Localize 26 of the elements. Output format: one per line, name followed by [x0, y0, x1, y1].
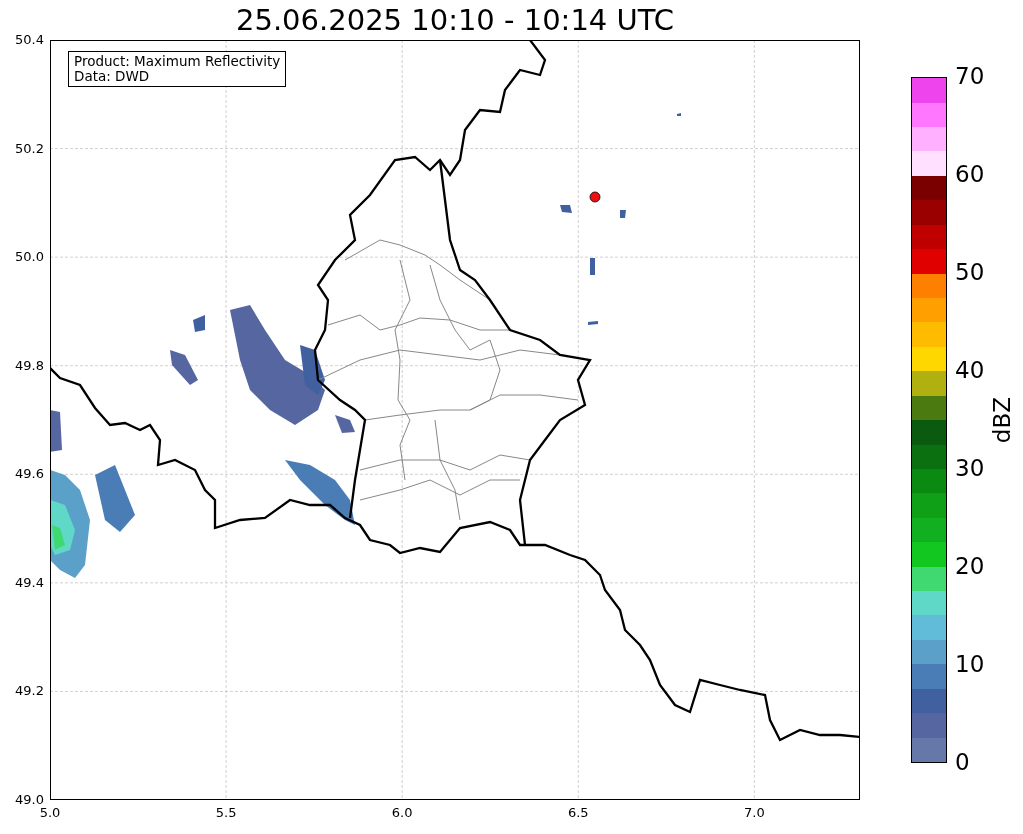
colorbar-tick-label: 20: [955, 555, 985, 578]
y-tick-label: 49.4: [15, 575, 44, 589]
colorbar-tick-label: 40: [955, 359, 985, 382]
info-text: Product: Maximum Reflectivity: [74, 54, 281, 69]
y-tick-label: 50.0: [15, 250, 44, 264]
colorbar-tick-label: 70: [955, 65, 985, 88]
location-marker-icon: [589, 191, 601, 203]
colorbar-tick-label: 50: [955, 261, 985, 284]
x-tick-label: 5.5: [215, 806, 237, 819]
info-text: Data: DWD: [74, 69, 151, 84]
colorbar-label: dBZ: [991, 396, 1014, 444]
x-tick-label: 6.0: [391, 806, 413, 819]
x-tick-label: 5.0: [39, 806, 61, 819]
chart-title: 25.06.2025 10:10 - 10:14 UTC: [236, 5, 674, 35]
y-tick-label: 50.4: [15, 33, 44, 46]
colorbar-tick-label: 30: [955, 457, 985, 480]
x-tick-label: 6.5: [567, 806, 589, 819]
y-tick-label: 49.8: [15, 358, 44, 372]
colorbar-tick-label: 10: [955, 653, 985, 676]
y-tick-label: 49.0: [15, 793, 44, 806]
x-tick-label: 7.0: [744, 806, 765, 819]
y-tick-label: 49.2: [15, 684, 44, 698]
y-tick-label: 49.6: [15, 467, 44, 481]
colorbar-tick-label: 0: [955, 751, 970, 774]
colorbar-tick-label: 60: [955, 163, 985, 186]
y-tick-label: 50.2: [15, 141, 44, 155]
